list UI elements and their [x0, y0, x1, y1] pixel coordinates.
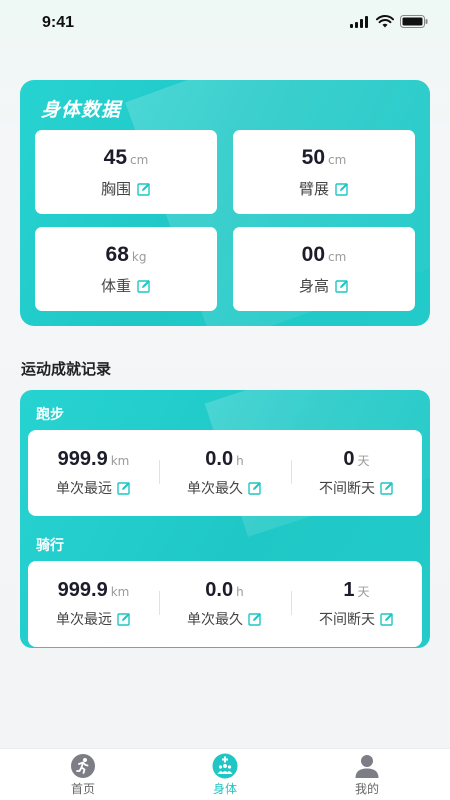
record-value: 1 [343, 579, 355, 601]
metric-value: 68 [105, 243, 129, 266]
edit-icon[interactable] [117, 481, 131, 495]
record-value: 0.0 [205, 448, 234, 470]
record-stat[interactable]: 0 天 不间断天 [291, 430, 422, 516]
metric-label: 身高 [298, 277, 329, 295]
body-icon [212, 753, 238, 779]
edit-icon[interactable] [335, 182, 349, 196]
metric-label: 臂展 [298, 180, 329, 198]
achievements-card: 跑步 999.9 km 单次最远 0.0 h 单次最久 0 天 不间断天 骑行 … [20, 390, 430, 648]
edit-icon[interactable] [137, 182, 151, 196]
status-time: 9:41 [42, 14, 75, 31]
metric-label: 体重 [100, 277, 131, 295]
metric-unit: cm [130, 153, 149, 167]
record-stat[interactable]: 1 天 不间断天 [291, 561, 422, 647]
user-icon [355, 755, 379, 778]
metric-value: 00 [301, 243, 326, 266]
metric-chest[interactable]: 45 cm 胸围 [35, 130, 217, 214]
tab-home[interactable]: 首页 [8, 749, 158, 800]
running-record-panel: 999.9 km 单次最远 0.0 h 单次最久 0 天 不间断天 [28, 430, 422, 516]
record-unit: h [236, 585, 244, 599]
metric-label: 胸围 [100, 180, 131, 198]
edit-icon[interactable] [248, 612, 262, 626]
record-unit: h [236, 454, 244, 468]
metric-weight[interactable]: 68 kg 体重 [35, 227, 217, 311]
tab-mine[interactable]: 我的 [292, 749, 442, 800]
record-stat[interactable]: 999.9 km 单次最远 [28, 561, 159, 647]
body-data-card: 身体数据 45 cm 胸围 50 cm 臂展 68 kg 体重 00 cm 身高 [20, 80, 430, 326]
metric-height[interactable]: 00 cm 身高 [233, 227, 415, 311]
cycling-title: 骑行 [36, 538, 64, 554]
metric-unit: cm [328, 153, 347, 167]
record-unit: km [110, 585, 130, 599]
tab-label: 我的 [354, 782, 379, 796]
record-value: 999.9 [57, 448, 108, 470]
edit-icon[interactable] [380, 481, 394, 495]
cycling-record-panel: 999.9 km 单次最远 0.0 h 单次最久 1 天 不间断天 [28, 561, 422, 647]
wifi-icon [376, 15, 394, 28]
body-data-title: 身体数据 [41, 99, 122, 121]
tab-label: 首页 [70, 782, 95, 796]
edit-icon[interactable] [117, 612, 131, 626]
metric-unit: cm [328, 250, 347, 264]
record-label: 不间断天 [319, 612, 375, 628]
record-unit: km [110, 454, 130, 468]
record-unit: 天 [357, 454, 370, 468]
running-icon [71, 754, 95, 778]
metric-unit: kg [131, 250, 147, 264]
status-icons [350, 15, 428, 28]
record-stat[interactable]: 0.0 h 单次最久 [159, 430, 290, 516]
running-title: 跑步 [36, 407, 64, 423]
record-value: 0 [343, 448, 355, 470]
record-value: 999.9 [57, 579, 108, 601]
signal-icon [350, 15, 368, 28]
record-label: 单次最远 [56, 612, 112, 628]
tab-label: 身体 [212, 782, 237, 796]
record-label: 单次最久 [187, 481, 243, 497]
edit-icon[interactable] [335, 279, 349, 293]
record-unit: 天 [357, 585, 370, 599]
edit-icon[interactable] [137, 279, 151, 293]
record-label: 不间断天 [319, 481, 375, 497]
record-value: 0.0 [205, 579, 234, 601]
metric-value: 45 [103, 146, 128, 169]
metric-arm-span[interactable]: 50 cm 臂展 [233, 130, 415, 214]
achievements-heading: 运动成就记录 [21, 360, 112, 378]
record-label: 单次最久 [187, 612, 243, 628]
tab-body[interactable]: 身体 [150, 749, 300, 800]
status-bar: 9:41 [0, 0, 450, 48]
metric-value: 50 [301, 146, 326, 169]
battery-icon [400, 15, 428, 28]
bottom-tab-bar: 首页 身体 我的 [0, 748, 450, 800]
edit-icon[interactable] [380, 612, 394, 626]
edit-icon[interactable] [248, 481, 262, 495]
record-stat[interactable]: 0.0 h 单次最久 [159, 561, 290, 647]
record-label: 单次最远 [56, 481, 112, 497]
record-stat[interactable]: 999.9 km 单次最远 [28, 430, 159, 516]
